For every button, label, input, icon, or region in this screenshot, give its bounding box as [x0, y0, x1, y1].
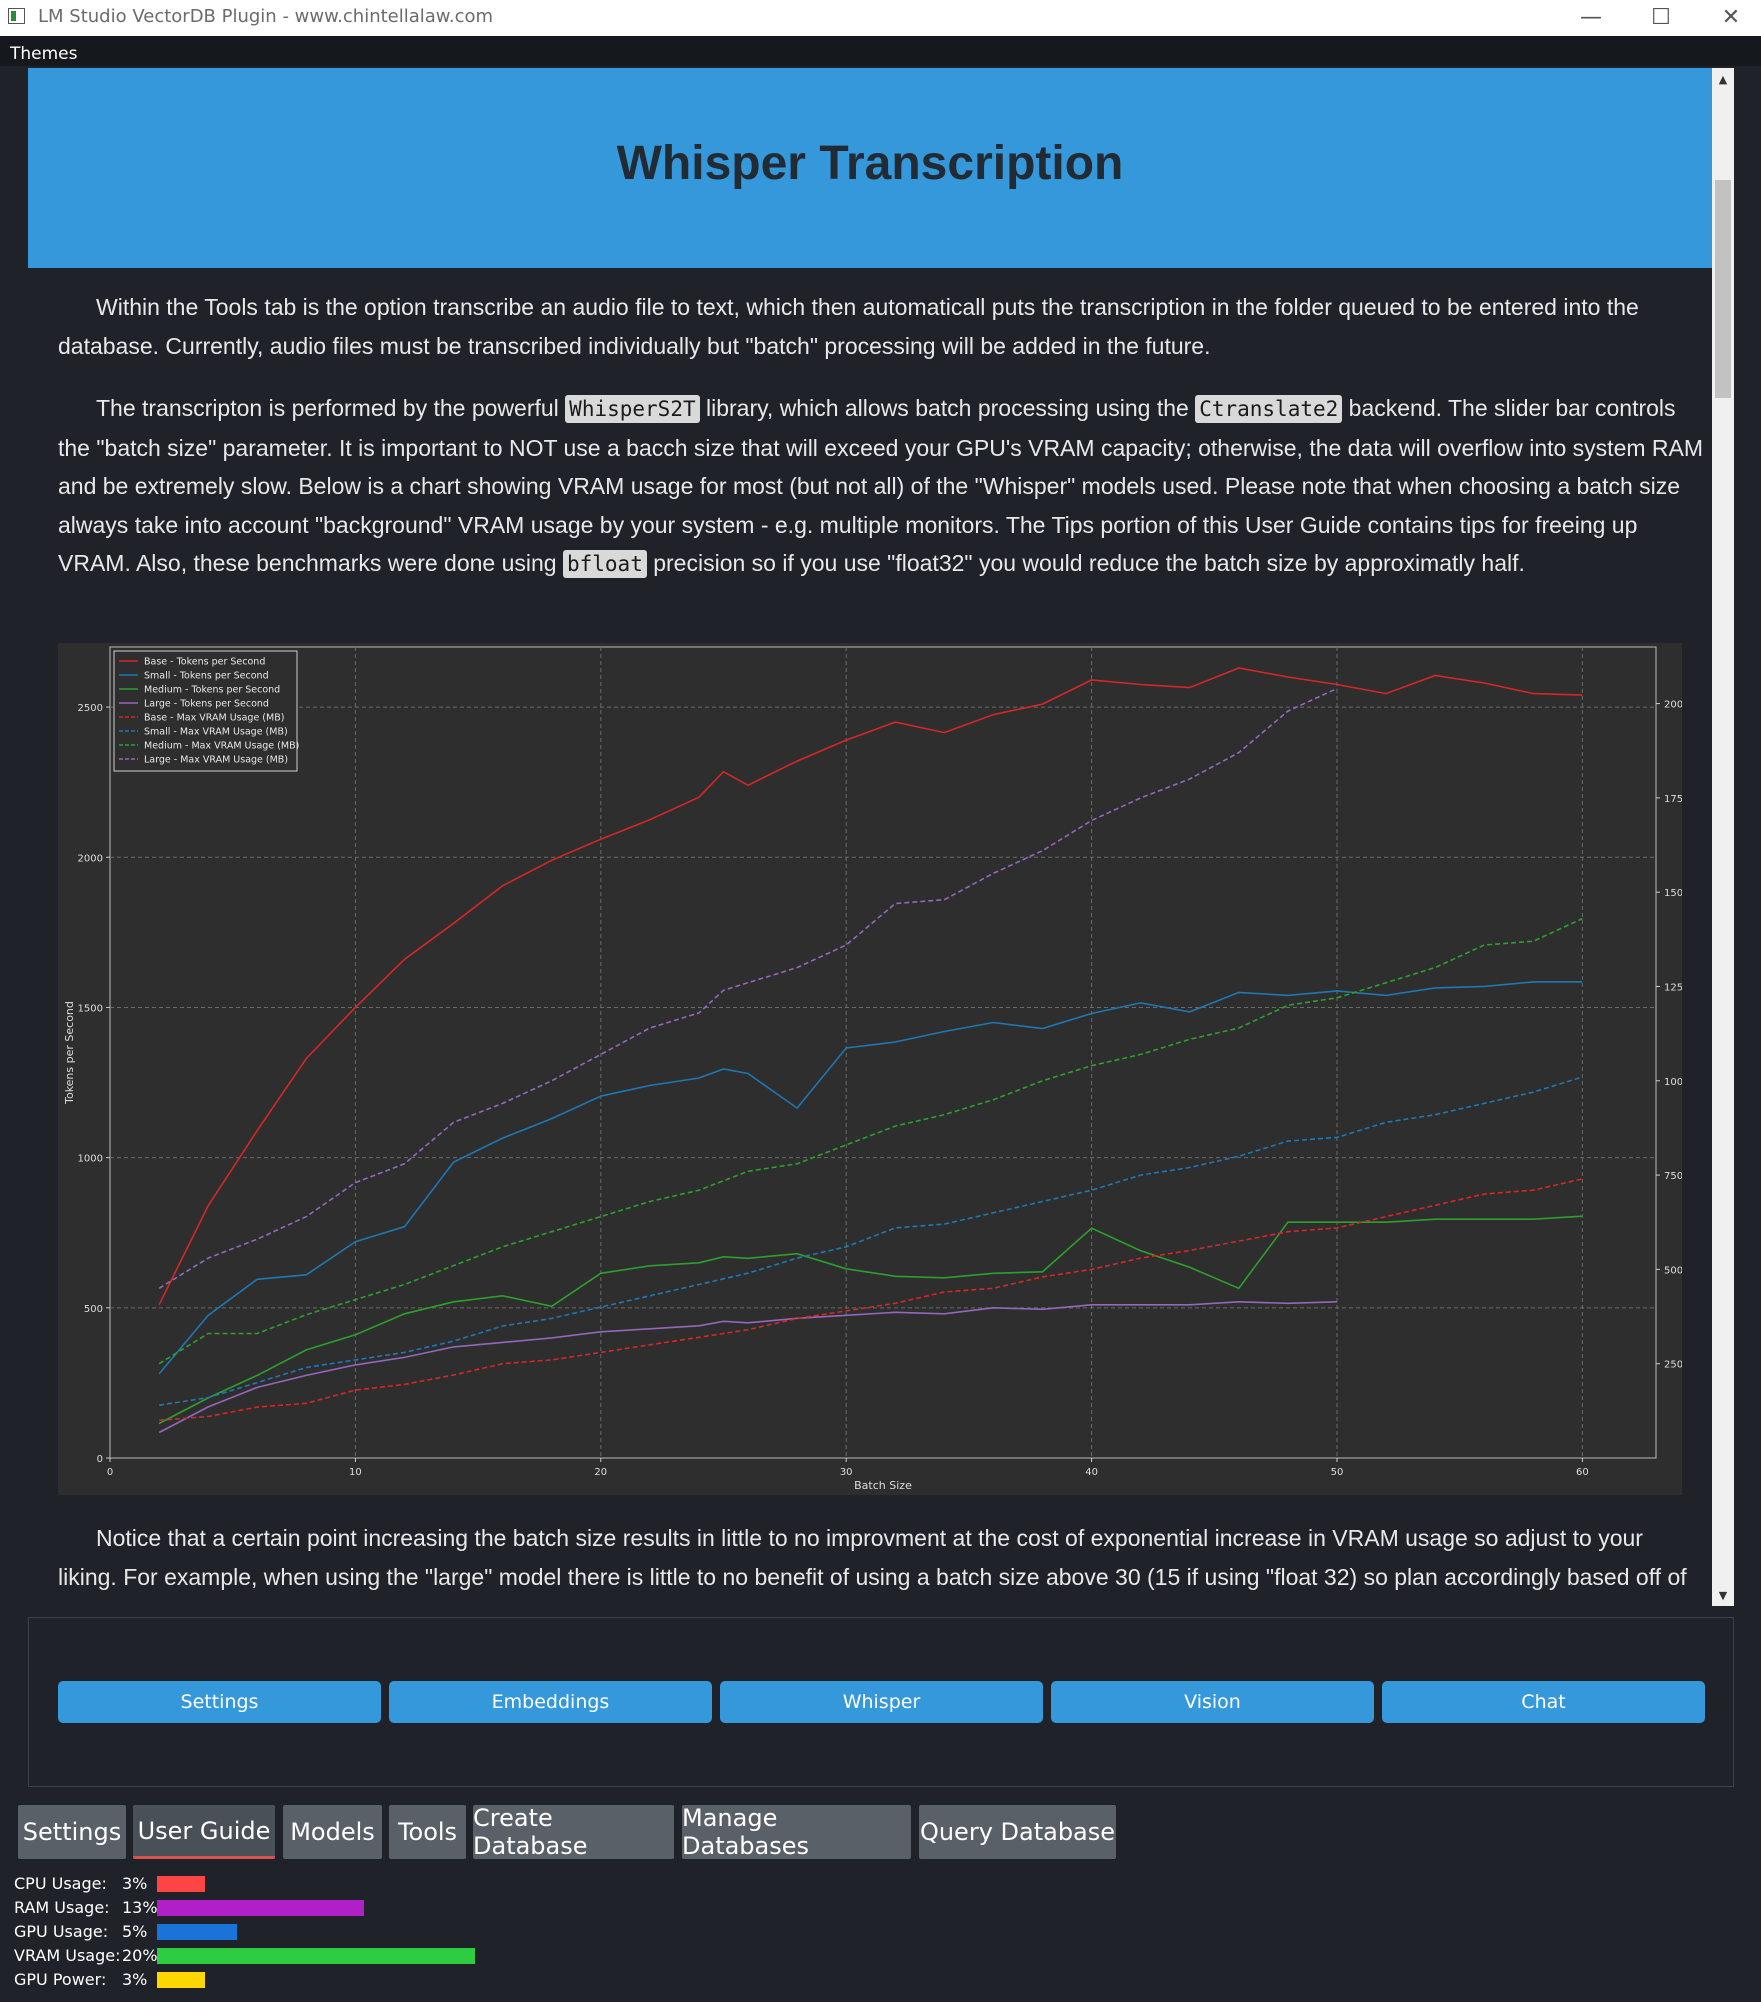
gpu-power-value: 3%: [122, 1970, 148, 1989]
x-tick-label: 0: [107, 1467, 113, 1478]
ram-usage-label: RAM Usage:: [14, 1898, 110, 1917]
para-text: library, which allows batch processing u…: [699, 395, 1196, 421]
legend-label: Large - Max VRAM Usage (MB): [144, 755, 288, 766]
legend-box: [113, 650, 298, 772]
gpu-power-label: GPU Power:: [14, 1970, 107, 1989]
cpu-usage-value: 3%: [122, 1874, 148, 1893]
user-guide-content[interactable]: Whisper Transcription Within the Tools t…: [28, 68, 1712, 1606]
whisper-paragraph: The transcripton is performed by the pow…: [58, 389, 1708, 584]
gpu-usage-bar: [157, 1924, 237, 1940]
vram-usage-value: 20%: [122, 1946, 158, 1965]
para-text: backend. The slider bar controls the "ba…: [58, 395, 1704, 576]
intro-paragraph: Within the Tools tab is the option trans…: [58, 294, 1639, 359]
chart-svg: 0 10 20 30 40 50 60 0 500 1000 1500 2000 2500 2500 500…: [63, 646, 1682, 1492]
y-tick-label: 2500: [78, 703, 103, 714]
y-tick-label: 2000: [78, 853, 103, 864]
y2-tick-label: 20000: [1664, 700, 1682, 711]
gpu-power-bar: [157, 1972, 205, 1988]
guide-embeddings-button[interactable]: Embeddings: [389, 1681, 712, 1723]
x-axis-label: Batch Size: [854, 1479, 912, 1492]
code-whispers2t: WhisperS2T: [565, 395, 700, 423]
cpu-usage-label: CPU Usage:: [14, 1874, 107, 1893]
guide-whisper-button[interactable]: Whisper: [720, 1681, 1043, 1723]
para-text: precision so if you use "float32" you wo…: [646, 550, 1525, 576]
plot-area: [109, 646, 1657, 1459]
code-bfloat: bfloat: [562, 550, 647, 578]
guide-vision-button[interactable]: Vision: [1051, 1681, 1374, 1723]
legend-label: Base - Max VRAM Usage (MB): [144, 713, 284, 724]
page-header: Whisper Transcription: [28, 68, 1712, 268]
y-tick-label: 0: [97, 1454, 103, 1465]
gpu-usage-label: GPU Usage:: [14, 1922, 109, 1941]
y2-tick-label: 10000: [1664, 1077, 1682, 1088]
content-scrollbar[interactable]: ▲ ▼: [1712, 68, 1734, 1606]
y2-tick-label: 12500: [1664, 982, 1682, 993]
legend-label: Medium - Tokens per Second: [144, 685, 280, 696]
cpu-usage-bar: [157, 1876, 205, 1892]
y2-tick-label: 17500: [1664, 794, 1682, 805]
x-tick-label: 30: [840, 1467, 853, 1478]
window-title-bar: LM Studio VectorDB Plugin - www.chintell…: [0, 0, 1761, 36]
scroll-up-arrow-icon[interactable]: ▲: [1712, 68, 1734, 90]
legend-label: Small - Max VRAM Usage (MB): [144, 727, 288, 738]
y2-tick-label: 5000: [1664, 1265, 1682, 1276]
y2-tick-label: 7500: [1664, 1171, 1682, 1182]
guide-buttons-panel: Settings Embeddings Whisper Vision Chat: [28, 1617, 1734, 1787]
para-text: The transcripton is performed by the pow…: [96, 395, 566, 421]
tab-manage-databases[interactable]: Manage Databases: [682, 1804, 911, 1860]
y2-tick-label: 15000: [1664, 888, 1682, 899]
y2-tick-label: 2500: [1664, 1360, 1682, 1371]
vram-usage-bar: [157, 1948, 475, 1964]
ram-usage-bar: [157, 1900, 364, 1916]
y-axis-label: Tokens per Second: [63, 1001, 76, 1105]
x-tick-label: 60: [1576, 1467, 1589, 1478]
vram-usage-label: VRAM Usage:: [14, 1946, 121, 1965]
code-ctranslate2: Ctranslate2: [1195, 395, 1343, 423]
x-tick-label: 10: [349, 1467, 362, 1478]
legend-label: Base - Tokens per Second: [144, 657, 265, 668]
guide-chat-button[interactable]: Chat: [1382, 1681, 1705, 1723]
x-tick-label: 20: [594, 1467, 607, 1478]
guide-settings-button[interactable]: Settings: [58, 1681, 381, 1723]
maximize-button[interactable]: ☐: [1632, 0, 1690, 34]
scroll-thumb[interactable]: [1715, 180, 1731, 398]
vram-benchmark-chart: 0 10 20 30 40 50 60 0 500 1000 1500 2000 2500 2500 500…: [58, 643, 1682, 1495]
notice-paragraph: Notice that a certain point increasing t…: [58, 1525, 1687, 1606]
x-tick-label: 50: [1331, 1467, 1344, 1478]
y-tick-label: 1500: [78, 1003, 103, 1014]
tab-settings[interactable]: Settings: [18, 1805, 126, 1859]
tab-create-database[interactable]: Create Database: [473, 1804, 674, 1860]
tab-user-guide[interactable]: User Guide: [133, 1805, 275, 1859]
ram-usage-value: 13%: [122, 1898, 158, 1917]
tab-query-database[interactable]: Query Database: [919, 1805, 1116, 1859]
y-tick-label: 1000: [78, 1154, 103, 1165]
tab-tools[interactable]: Tools: [389, 1805, 466, 1859]
menu-themes[interactable]: Themes: [10, 44, 78, 64]
legend-label: Small - Tokens per Second: [144, 671, 269, 682]
y-tick-label: 500: [84, 1304, 103, 1315]
minimize-button[interactable]: —: [1562, 0, 1620, 34]
legend-label: Medium - Max VRAM Usage (MB): [144, 741, 299, 752]
page-title: Whisper Transcription: [616, 137, 1124, 190]
x-tick-label: 40: [1085, 1467, 1098, 1478]
tab-models[interactable]: Models: [283, 1805, 382, 1859]
window-title: LM Studio VectorDB Plugin - www.chintell…: [38, 6, 494, 27]
gpu-usage-value: 5%: [122, 1922, 148, 1941]
scroll-down-arrow-icon[interactable]: ▼: [1712, 1584, 1734, 1606]
app-icon: [8, 8, 25, 24]
legend-label: Large - Tokens per Second: [144, 699, 269, 710]
close-button[interactable]: ✕: [1702, 0, 1760, 34]
menu-bar: Themes: [0, 36, 1761, 66]
